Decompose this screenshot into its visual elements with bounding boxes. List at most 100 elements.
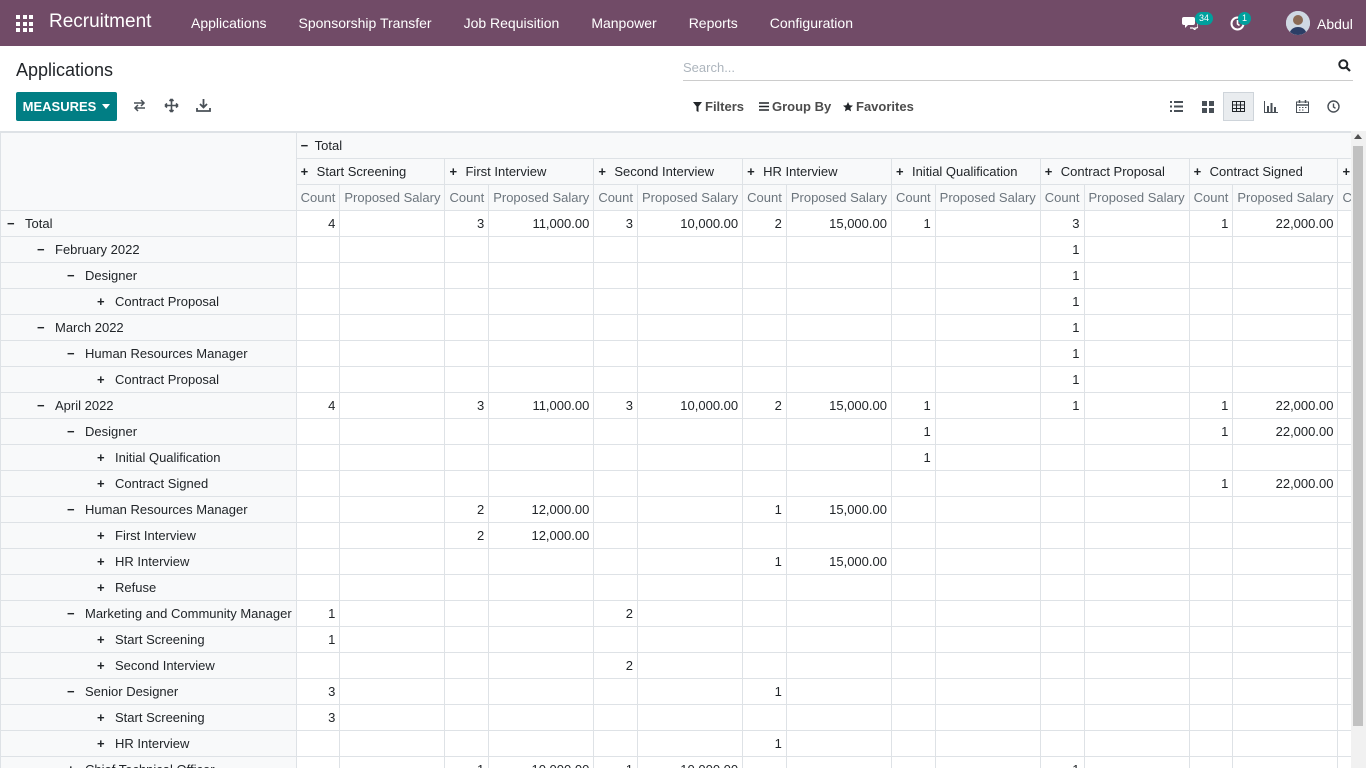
pivot-cell[interactable] [444, 418, 490, 445]
pivot-cell[interactable] [934, 522, 1041, 549]
pivot-cell[interactable] [637, 236, 744, 263]
pivot-cell[interactable]: 3 [295, 678, 341, 705]
pivot-col-header-stage[interactable]: + HR Interview [742, 158, 892, 185]
expand-plus-icon[interactable]: + [97, 554, 107, 569]
pivot-col-header-stage[interactable]: + Contract Proposal [1039, 158, 1190, 185]
pivot-cell[interactable] [785, 314, 892, 341]
pivot-row-header[interactable]: + Chief Technical Officer [0, 756, 297, 768]
pivot-cell[interactable] [593, 444, 639, 471]
pivot-cell[interactable] [295, 496, 341, 523]
activity-view-button[interactable] [1318, 92, 1349, 121]
pivot-cell[interactable] [488, 652, 595, 679]
pivot-cell[interactable] [1083, 392, 1190, 419]
pivot-cell[interactable] [488, 262, 595, 289]
pivot-cell[interactable]: 2 [742, 392, 787, 419]
pivot-cell[interactable] [742, 756, 787, 768]
pivot-cell[interactable] [339, 730, 446, 757]
pivot-cell[interactable] [785, 236, 892, 263]
measure-header-count[interactable]: Count [295, 184, 341, 211]
pivot-cell[interactable] [1083, 288, 1190, 315]
pivot-cell[interactable] [934, 418, 1041, 445]
favorites-dropdown[interactable]: Favorites [843, 99, 914, 114]
pivot-cell[interactable] [1083, 236, 1190, 263]
pivot-cell[interactable] [637, 496, 744, 523]
pivot-cell[interactable] [1337, 548, 1351, 575]
measure-header-count[interactable]: Count [444, 184, 490, 211]
expand-all-icon[interactable] [164, 98, 180, 114]
pivot-cell[interactable] [295, 236, 341, 263]
pivot-cell[interactable] [1232, 288, 1339, 315]
pivot-cell[interactable] [488, 366, 595, 393]
measure-header-count[interactable]: Count [890, 184, 936, 211]
pivot-cell[interactable] [339, 288, 446, 315]
pivot-cell[interactable] [1337, 600, 1351, 627]
pivot-cell[interactable] [934, 548, 1041, 575]
pivot-cell[interactable] [339, 756, 446, 768]
pivot-cell[interactable] [637, 522, 744, 549]
pivot-cell[interactable] [1039, 522, 1085, 549]
pivot-cell[interactable] [785, 704, 892, 731]
pivot-cell[interactable]: 15,000.00 [785, 496, 892, 523]
pivot-cell[interactable] [339, 444, 446, 471]
filters-dropdown[interactable]: Filters [693, 99, 744, 114]
pivot-cell[interactable] [637, 548, 744, 575]
pivot-cell[interactable] [934, 366, 1041, 393]
pivot-cell[interactable] [1083, 340, 1190, 367]
pivot-cell[interactable] [890, 730, 936, 757]
pivot-cell[interactable] [637, 678, 744, 705]
pivot-cell[interactable] [1083, 652, 1190, 679]
pivot-cell[interactable] [295, 574, 341, 601]
pivot-cell[interactable] [637, 444, 744, 471]
pivot-cell[interactable] [1083, 522, 1190, 549]
pivot-cell[interactable] [1039, 496, 1085, 523]
pivot-cell[interactable] [444, 704, 490, 731]
pivot-cell[interactable]: 10,000.00 [637, 392, 744, 419]
pivot-cell[interactable] [1337, 340, 1351, 367]
apps-menu-icon[interactable] [16, 15, 33, 32]
pivot-col-header-total[interactable]: − Total [295, 132, 1351, 159]
pivot-cell[interactable] [934, 730, 1041, 757]
collapse-minus-icon[interactable]: − [7, 216, 17, 231]
pivot-cell[interactable] [1083, 704, 1190, 731]
pivot-cell[interactable] [1232, 574, 1339, 601]
pivot-cell[interactable] [1188, 496, 1234, 523]
pivot-col-header-stage[interactable]: + Second Interview [593, 158, 744, 185]
pivot-cell[interactable] [488, 626, 595, 653]
pivot-cell[interactable]: 2 [444, 522, 490, 549]
pivot-cell[interactable] [488, 730, 595, 757]
vertical-scrollbar[interactable] [1351, 131, 1366, 768]
pivot-cell[interactable] [1337, 314, 1351, 341]
pivot-cell[interactable]: 1 [742, 496, 787, 523]
pivot-cell[interactable]: 3 [593, 210, 639, 237]
pivot-cell[interactable] [1232, 756, 1339, 768]
pivot-cell[interactable] [295, 366, 341, 393]
user-name[interactable]: Abdul [1317, 16, 1353, 32]
pivot-cell[interactable] [593, 704, 639, 731]
pivot-cell[interactable]: 3 [444, 392, 490, 419]
pivot-cell[interactable] [785, 730, 892, 757]
search-input[interactable] [683, 56, 1323, 78]
pivot-cell[interactable] [593, 496, 639, 523]
expand-plus-icon[interactable]: + [97, 294, 107, 309]
pivot-col-header-stage[interactable]: + Initial Qualification [890, 158, 1041, 185]
pivot-cell[interactable] [1039, 678, 1085, 705]
pivot-cell[interactable] [444, 730, 490, 757]
pivot-cell[interactable]: 10,000.00 [488, 756, 595, 768]
pivot-cell[interactable] [295, 652, 341, 679]
pivot-cell[interactable] [1337, 626, 1351, 653]
pivot-cell[interactable] [934, 470, 1041, 497]
expand-plus-icon[interactable]: + [598, 164, 608, 179]
pivot-cell[interactable] [1188, 600, 1234, 627]
pivot-cell[interactable] [488, 678, 595, 705]
pivot-cell[interactable] [890, 626, 936, 653]
measure-header-count[interactable]: Count [593, 184, 639, 211]
pivot-cell[interactable] [339, 496, 446, 523]
pivot-col-header-stage[interactable]: + Contract Signed [1188, 158, 1339, 185]
pivot-cell[interactable] [637, 730, 744, 757]
pivot-cell[interactable] [295, 340, 341, 367]
pivot-cell[interactable] [339, 470, 446, 497]
pivot-cell[interactable]: 1 [1039, 262, 1085, 289]
pivot-row-header[interactable]: + HR Interview [0, 730, 297, 757]
pivot-cell[interactable] [339, 366, 446, 393]
pivot-cell[interactable] [444, 366, 490, 393]
